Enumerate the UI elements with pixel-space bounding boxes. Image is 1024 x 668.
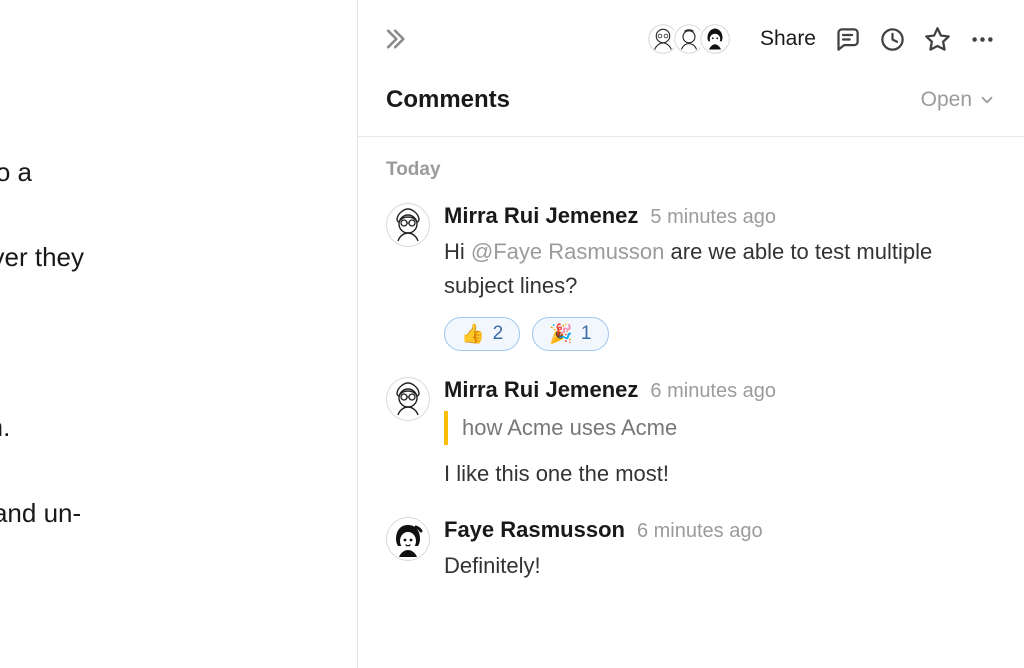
favorite-icon-button[interactable] xyxy=(924,26,951,53)
avatar xyxy=(386,517,430,561)
comment-text: Definitely! xyxy=(444,549,996,583)
history-icon-button[interactable] xyxy=(879,26,906,53)
share-button[interactable]: Share xyxy=(760,27,816,51)
day-label: Today xyxy=(386,159,996,181)
document-pane: updates to a ck, however they and how se… xyxy=(0,0,357,668)
document-text: updates to a ck, however they and how se… xyxy=(0,108,357,668)
avatar xyxy=(698,22,732,56)
party-popper-icon: 🎉 xyxy=(549,322,573,346)
comments-panel: Share Comments Open xyxy=(357,0,1024,668)
comment-text: I like this one the most! xyxy=(444,457,996,491)
panel-header: Comments Open xyxy=(358,78,1024,137)
dots-horizontal-icon xyxy=(969,26,996,53)
panel-title: Comments xyxy=(386,86,510,114)
reaction-chip[interactable]: 🎉 1 xyxy=(532,317,608,351)
avatar xyxy=(386,377,430,421)
comment-time: 6 minutes ago xyxy=(637,520,763,543)
chevrons-right-icon xyxy=(380,25,408,53)
comments-icon-button[interactable] xyxy=(834,26,861,53)
reaction-count: 2 xyxy=(493,323,504,345)
comment[interactable]: Mirra Rui Jemenez 5 minutes ago Hi @Faye… xyxy=(386,203,996,351)
reaction-chip[interactable]: 👍 2 xyxy=(444,317,520,351)
more-icon-button[interactable] xyxy=(969,26,996,53)
topbar: Share xyxy=(358,0,1024,78)
chevron-down-icon xyxy=(978,91,996,109)
comment-time: 5 minutes ago xyxy=(650,206,776,229)
comment-author: Mirra Rui Jemenez xyxy=(444,377,638,403)
comments-list: Today Mirra Rui Jemenez 5 minutes ago Hi… xyxy=(358,137,1024,609)
comment[interactable]: Faye Rasmusson 6 minutes ago Definitely! xyxy=(386,517,996,583)
comment-quote: how Acme uses Acme xyxy=(444,411,996,445)
comment[interactable]: Mirra Rui Jemenez 6 minutes ago how Acme… xyxy=(386,377,996,491)
clock-icon xyxy=(879,26,906,53)
reactions: 👍 2 🎉 1 xyxy=(444,317,996,351)
presence-avatars[interactable] xyxy=(646,22,732,56)
avatar xyxy=(386,203,430,247)
comment-time: 6 minutes ago xyxy=(650,380,776,403)
star-icon xyxy=(924,26,951,53)
collapse-panel-button[interactable] xyxy=(380,25,408,53)
comment-author: Mirra Rui Jemenez xyxy=(444,203,638,229)
speech-bubble-icon xyxy=(834,26,861,53)
comment-author: Faye Rasmusson xyxy=(444,517,625,543)
thumbs-up-icon: 👍 xyxy=(461,322,485,346)
filter-dropdown[interactable]: Open xyxy=(921,88,996,112)
comment-text: Hi @Faye Rasmusson are we able to test m… xyxy=(444,235,996,303)
mention[interactable]: @Faye Rasmusson xyxy=(471,239,665,264)
reaction-count: 1 xyxy=(581,323,592,345)
